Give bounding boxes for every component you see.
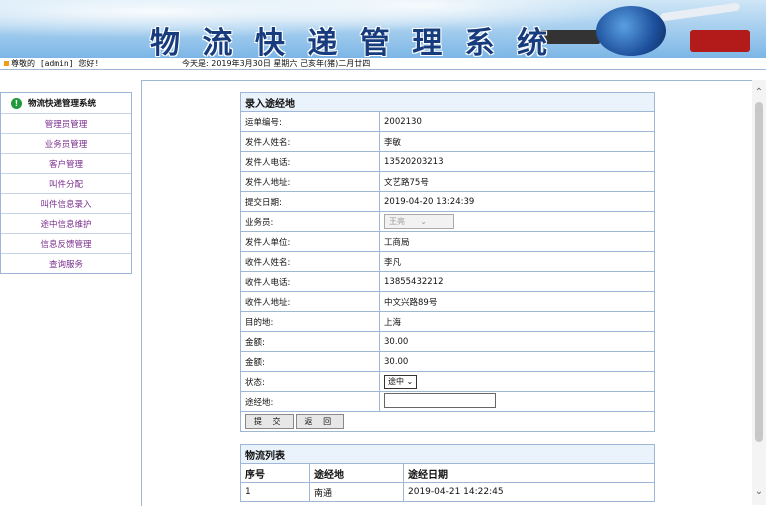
field-label: 发件人姓名:	[240, 131, 380, 152]
sidebar-item-feedback[interactable]: 信息反馈管理	[1, 234, 131, 254]
column-header: 序号	[240, 463, 310, 483]
waypoint-form: 录入途经地 运单编号: 2002130 发件人姓名: 李敏 发件人电话: 135202…	[240, 92, 655, 432]
globe-image	[596, 6, 666, 56]
form-row: 状态: 途中 ⌄	[240, 371, 655, 392]
form-row: 运单编号: 2002130	[240, 111, 655, 132]
chevron-down-icon: ⌄	[406, 376, 414, 386]
form-row: 发件人电话: 13520203213	[240, 151, 655, 172]
amount-value: 30.00	[379, 331, 655, 352]
scroll-up-icon[interactable]: ⌃	[752, 86, 766, 100]
field-label: 目的地:	[240, 311, 380, 332]
table-row: 1 南通 2019-04-21 14:22:45	[240, 482, 655, 502]
form-caption: 录入途经地	[240, 92, 655, 112]
field-label: 金额:	[240, 331, 380, 352]
form-row: 发件人姓名: 李敏	[240, 131, 655, 152]
field-label: 途经地:	[240, 391, 380, 412]
form-row: 目的地: 上海	[240, 311, 655, 332]
form-row: 金额: 30.00	[240, 351, 655, 372]
field-label: 发件人电话:	[240, 151, 380, 172]
submit-date-value: 2019-04-20 13:24:39	[379, 191, 655, 212]
sender-phone-value: 13520203213	[379, 151, 655, 172]
field-label: 收件人电话:	[240, 271, 380, 292]
amount-value: 30.00	[379, 351, 655, 372]
sidebar-item-pickup-entry[interactable]: 叫件信息录入	[1, 194, 131, 214]
scroll-down-icon[interactable]: ⌄	[752, 485, 766, 499]
form-row: 收件人电话: 13855432212	[240, 271, 655, 292]
field-label: 业务员:	[240, 211, 380, 232]
truck-image	[690, 30, 750, 52]
status-bar	[0, 58, 766, 70]
form-row: 途经地:	[240, 391, 655, 412]
sidebar-item-query[interactable]: 查询服务	[1, 254, 131, 273]
list-caption: 物流列表	[240, 444, 655, 464]
header-banner: 物 流 快 递 管 理 系 统	[0, 0, 766, 58]
table-cell: 南通	[309, 482, 404, 502]
list-header-row: 序号 途经地 途经日期	[240, 463, 655, 483]
form-row: 业务员: 王亮 ⌄	[240, 211, 655, 232]
receiver-phone-value: 13855432212	[379, 271, 655, 292]
sidebar-item-customers[interactable]: 客户管理	[1, 154, 131, 174]
column-header: 途经地	[309, 463, 404, 483]
back-button[interactable]: 返 回	[295, 414, 345, 429]
form-row: 提交日期: 2019-04-20 13:24:39	[240, 191, 655, 212]
sender-address-value: 文艺路75号	[379, 171, 655, 192]
form-row: 收件人地址: 中文兴路89号	[240, 291, 655, 312]
vertical-scrollbar[interactable]: ⌃ ⌄	[752, 80, 766, 505]
welcome-text: 尊敬的 [admin] 您好!	[4, 58, 99, 69]
sidebar-heading: ! 物流快递管理系统	[1, 93, 131, 114]
logistics-list: 物流列表 序号 途经地 途经日期 1 南通 2019-04-21 14:22:4…	[240, 444, 655, 502]
field-label: 收件人姓名:	[240, 251, 380, 272]
form-row: 收件人姓名: 李凡	[240, 251, 655, 272]
app-title: 物 流 快 递 管 理 系 统	[150, 26, 554, 58]
field-label: 提交日期:	[240, 191, 380, 212]
sender-unit-value: 工商局	[379, 231, 655, 252]
waybill-no-value: 2002130	[379, 111, 655, 132]
sidebar: ! 物流快递管理系统 管理员管理 业务员管理 客户管理 叫件分配 叫件信息录入 …	[0, 92, 132, 274]
field-label: 状态:	[240, 371, 380, 392]
sidebar-item-transit-maintenance[interactable]: 途中信息维护	[1, 214, 131, 234]
bullet-icon	[4, 61, 9, 66]
waypoint-input[interactable]	[384, 392, 496, 408]
submit-button[interactable]: 提 交	[245, 414, 294, 429]
field-label: 发件人地址:	[240, 171, 380, 192]
column-header: 途经日期	[403, 463, 655, 483]
sidebar-item-staff[interactable]: 业务员管理	[1, 134, 131, 154]
table-cell: 2019-04-21 14:22:45	[403, 482, 655, 502]
field-label: 发件人单位:	[240, 231, 380, 252]
table-cell: 1	[240, 482, 310, 502]
info-icon: !	[11, 97, 22, 109]
sender-name-value: 李敏	[379, 131, 655, 152]
scroll-thumb[interactable]	[755, 102, 763, 442]
status-select[interactable]: 途中 ⌄	[384, 374, 418, 389]
sidebar-item-admin[interactable]: 管理员管理	[1, 114, 131, 134]
field-label: 金额:	[240, 351, 380, 372]
date-text: 今天是: 2019年3月30日 星期六 己亥年(猪)二月廿四	[182, 59, 371, 68]
receiver-address-value: 中文兴路89号	[379, 291, 655, 312]
salesperson-select: 王亮 ⌄	[384, 214, 454, 229]
field-label: 收件人地址:	[240, 291, 380, 312]
form-row: 金额: 30.00	[240, 331, 655, 352]
sidebar-item-pickup-assign[interactable]: 叫件分配	[1, 174, 131, 194]
field-label: 运单编号:	[240, 111, 380, 132]
chevron-down-icon: ⌄	[420, 217, 427, 226]
destination-value: 上海	[379, 311, 655, 332]
form-row: 发件人地址: 文艺路75号	[240, 171, 655, 192]
form-row: 发件人单位: 工商局	[240, 231, 655, 252]
receiver-name-value: 李凡	[379, 251, 655, 272]
